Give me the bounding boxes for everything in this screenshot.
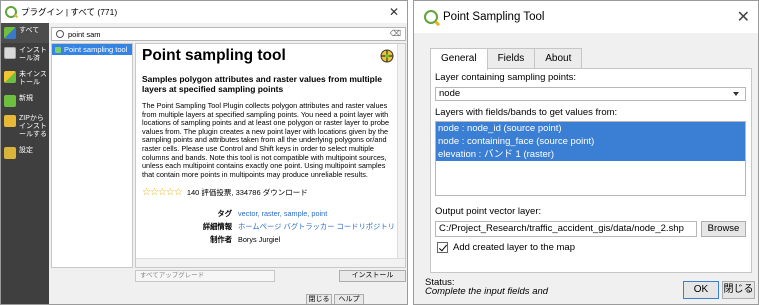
layer-label: Layer containing sampling points:: [435, 72, 577, 83]
add-layer-label: Add created layer to the map: [453, 242, 575, 253]
add-layer-checkbox[interactable]: [437, 242, 448, 253]
all-plugins-icon: [4, 27, 16, 39]
installed-icon: [4, 47, 16, 59]
meta-more-info-row: 詳細情報 ホームページ バグトラッカー コードリポジトリ: [142, 222, 399, 232]
plugin-detail-pane: Point sampling tool Samples polygon attr…: [135, 43, 406, 268]
rating-stars-icon[interactable]: ☆☆☆☆☆: [142, 187, 183, 198]
fields-bands-list: node : node_id (source point) node : con…: [435, 121, 746, 196]
nav-item-not-installed[interactable]: 未インストール: [1, 67, 49, 91]
meta-more-info-label: 詳細情報: [202, 222, 232, 232]
settings-icon: [4, 147, 16, 159]
search-icon: [56, 30, 64, 38]
ok-button[interactable]: OK: [683, 281, 719, 299]
search-input[interactable]: point sam ⌫: [51, 27, 406, 41]
meta-author-label: 制作者: [210, 235, 232, 245]
plugin-logo-icon: [380, 49, 394, 63]
plugin-list-item[interactable]: Point sampling tool: [52, 44, 132, 55]
upgrade-all-button[interactable]: すべてアップグレード: [135, 270, 275, 282]
plugin-summary: Samples polygon attributes and raster va…: [142, 74, 382, 94]
zip-install-icon: [4, 115, 16, 127]
meta-tags-label: タグ: [217, 209, 232, 219]
output-row: C:/Project_Research/traffic_accident_gis…: [435, 221, 746, 237]
browse-button[interactable]: Browse: [701, 221, 746, 237]
output-label: Output point vector layer:: [435, 206, 542, 217]
nav-item-label: すべて: [19, 27, 40, 34]
meta-tags-links[interactable]: vector, raster, sample, point: [238, 209, 327, 219]
install-button[interactable]: インストール: [339, 270, 406, 282]
nav-item-label: 設定: [19, 147, 33, 154]
meta-more-info-links[interactable]: ホームページ バグトラッカー コードリポジトリ: [238, 222, 395, 232]
plugin-nav-sidebar: すべて インストール済 未インストール 新規 ZIPからインストールする 設定: [1, 23, 49, 304]
nav-item-installed[interactable]: インストール済: [1, 43, 49, 67]
meta-author-value: Borys Jurgiel: [238, 235, 281, 245]
nav-item-settings[interactable]: 設定: [1, 143, 49, 163]
not-installed-icon: [4, 71, 16, 83]
search-value: point sam: [68, 29, 101, 39]
list-item[interactable]: elevation : バンド 1 (raster): [436, 148, 745, 161]
detail-horizontal-scrollbar[interactable]: [136, 258, 405, 267]
plugin-rating: ☆☆☆☆☆ 140 評価投票, 334786 ダウンロード: [142, 187, 399, 198]
add-layer-checkbox-row[interactable]: Add created layer to the map: [437, 242, 575, 253]
nav-item-label: インストール済: [19, 47, 47, 62]
list-item[interactable]: node : containing_face (source point): [436, 135, 745, 148]
close-button[interactable]: 閉じる: [722, 281, 755, 299]
meta-author-row: 制作者 Borys Jurgiel: [142, 235, 399, 245]
window-title: プラグイン | すべて (771): [21, 7, 118, 17]
nav-item-label: 未インストール: [19, 71, 47, 86]
detail-vertical-scrollbar[interactable]: [397, 44, 405, 259]
nav-item-label: 新規: [19, 95, 33, 102]
qgis-logo-icon: [5, 6, 17, 18]
sampling-layer-value: node: [439, 88, 461, 99]
tab-general[interactable]: General: [430, 48, 488, 70]
meta-tags-row: タグ vector, raster, sample, point: [142, 209, 399, 219]
plugin-status-icon: [55, 46, 61, 53]
nav-item-zip[interactable]: ZIPからインストールする: [1, 111, 49, 143]
status-text: Complete the input fields and: [425, 286, 549, 297]
nav-item-label: ZIPからインストールする: [19, 115, 47, 138]
rating-text: 140 評価投票, 334786 ダウンロード: [186, 188, 308, 198]
nav-item-new[interactable]: 新規: [1, 91, 49, 111]
fields-label: Layers with fields/bands to get values f…: [435, 107, 618, 118]
pst-content: Layer containing sampling points: node L…: [413, 0, 759, 305]
sampling-layer-select[interactable]: node: [435, 87, 746, 101]
nav-item-all[interactable]: すべて: [1, 23, 49, 43]
plugin-detail-title: Point sampling tool: [142, 47, 286, 64]
help-button[interactable]: ヘルプ: [334, 294, 364, 304]
plugin-manager-window: プラグイン | すべて (771) ✕ すべて インストール済 未インストール …: [0, 0, 408, 305]
list-item[interactable]: node : node_id (source point): [436, 122, 745, 135]
plugin-list: Point sampling tool: [51, 43, 133, 268]
clear-search-icon[interactable]: ⌫: [390, 29, 401, 38]
output-path-input[interactable]: C:/Project_Research/traffic_accident_gis…: [435, 221, 697, 237]
close-button[interactable]: 閉じる: [306, 294, 332, 304]
new-icon: [4, 95, 16, 107]
plugin-titlebar: プラグイン | すべて (771) ✕: [1, 1, 407, 23]
plugin-description: The Point Sampling Tool Plugin collects …: [142, 101, 390, 179]
status-area: Status: Complete the input fields and: [425, 278, 549, 297]
chevron-down-icon: [733, 92, 739, 96]
close-icon[interactable]: ✕: [389, 5, 399, 19]
plugin-name: Point sampling tool: [64, 45, 128, 54]
